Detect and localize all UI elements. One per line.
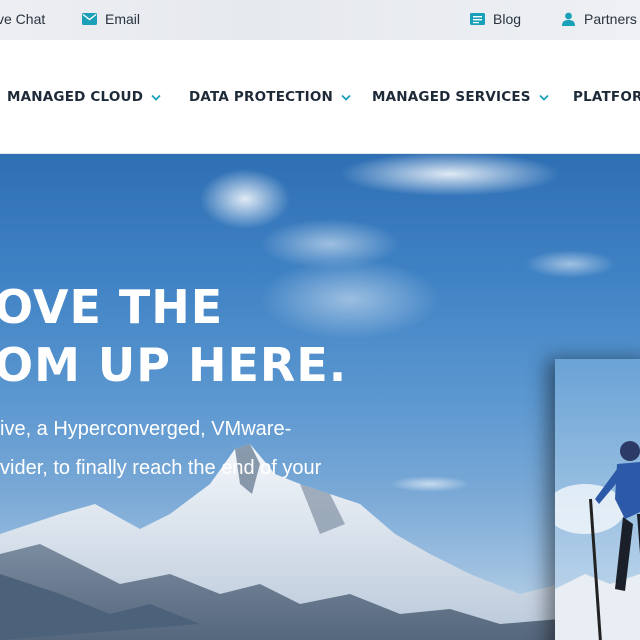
nav-item-data-protection[interactable]: DATA PROTECTION <box>189 89 351 105</box>
hero-banner: OVE THE OM UP HERE. ive, a Hyperconverge… <box>0 154 640 640</box>
blog-icon <box>470 13 485 25</box>
nav-item-platform[interactable]: PLATFORM <box>573 89 640 105</box>
blog-link[interactable]: Blog <box>470 11 521 27</box>
nav-label: PLATFORM <box>573 89 640 105</box>
email-label: Email <box>105 11 141 27</box>
hero-subtext-line2: vider, to finally reach the end of your <box>0 457 322 479</box>
top-utility-bar: ve Chat Email Blog Partners <box>0 0 640 40</box>
mountain-background-image <box>0 154 640 640</box>
live-chat-label: ve Chat <box>0 11 46 27</box>
nav-item-managed-cloud[interactable]: MANAGED CLOUD <box>7 89 161 105</box>
partners-link[interactable]: Partners <box>561 11 637 27</box>
blog-label: Blog <box>493 11 522 27</box>
hero-headline-line2: OM UP HERE. <box>0 338 348 392</box>
chevron-down-icon <box>151 94 161 101</box>
hiker-image <box>555 359 640 640</box>
user-icon <box>562 12 575 26</box>
hiker-photo <box>555 359 640 640</box>
nav-label: MANAGED CLOUD <box>7 89 144 105</box>
nav-item-managed-services[interactable]: MANAGED SERVICES <box>372 89 549 105</box>
main-navigation: MANAGED CLOUD DATA PROTECTION MANAGED SE… <box>0 40 640 154</box>
email-link[interactable]: Email <box>82 11 140 27</box>
envelope-icon <box>82 13 97 25</box>
partners-label: Partners <box>584 11 637 27</box>
chevron-down-icon <box>341 94 351 101</box>
chevron-down-icon <box>539 94 549 101</box>
hero-headline-line1: OVE THE <box>0 280 224 334</box>
nav-label: MANAGED SERVICES <box>372 89 531 105</box>
live-chat-link[interactable]: ve Chat <box>0 11 45 27</box>
nav-label: DATA PROTECTION <box>189 89 334 105</box>
hero-subtext-line1: ive, a Hyperconverged, VMware- <box>0 418 292 440</box>
